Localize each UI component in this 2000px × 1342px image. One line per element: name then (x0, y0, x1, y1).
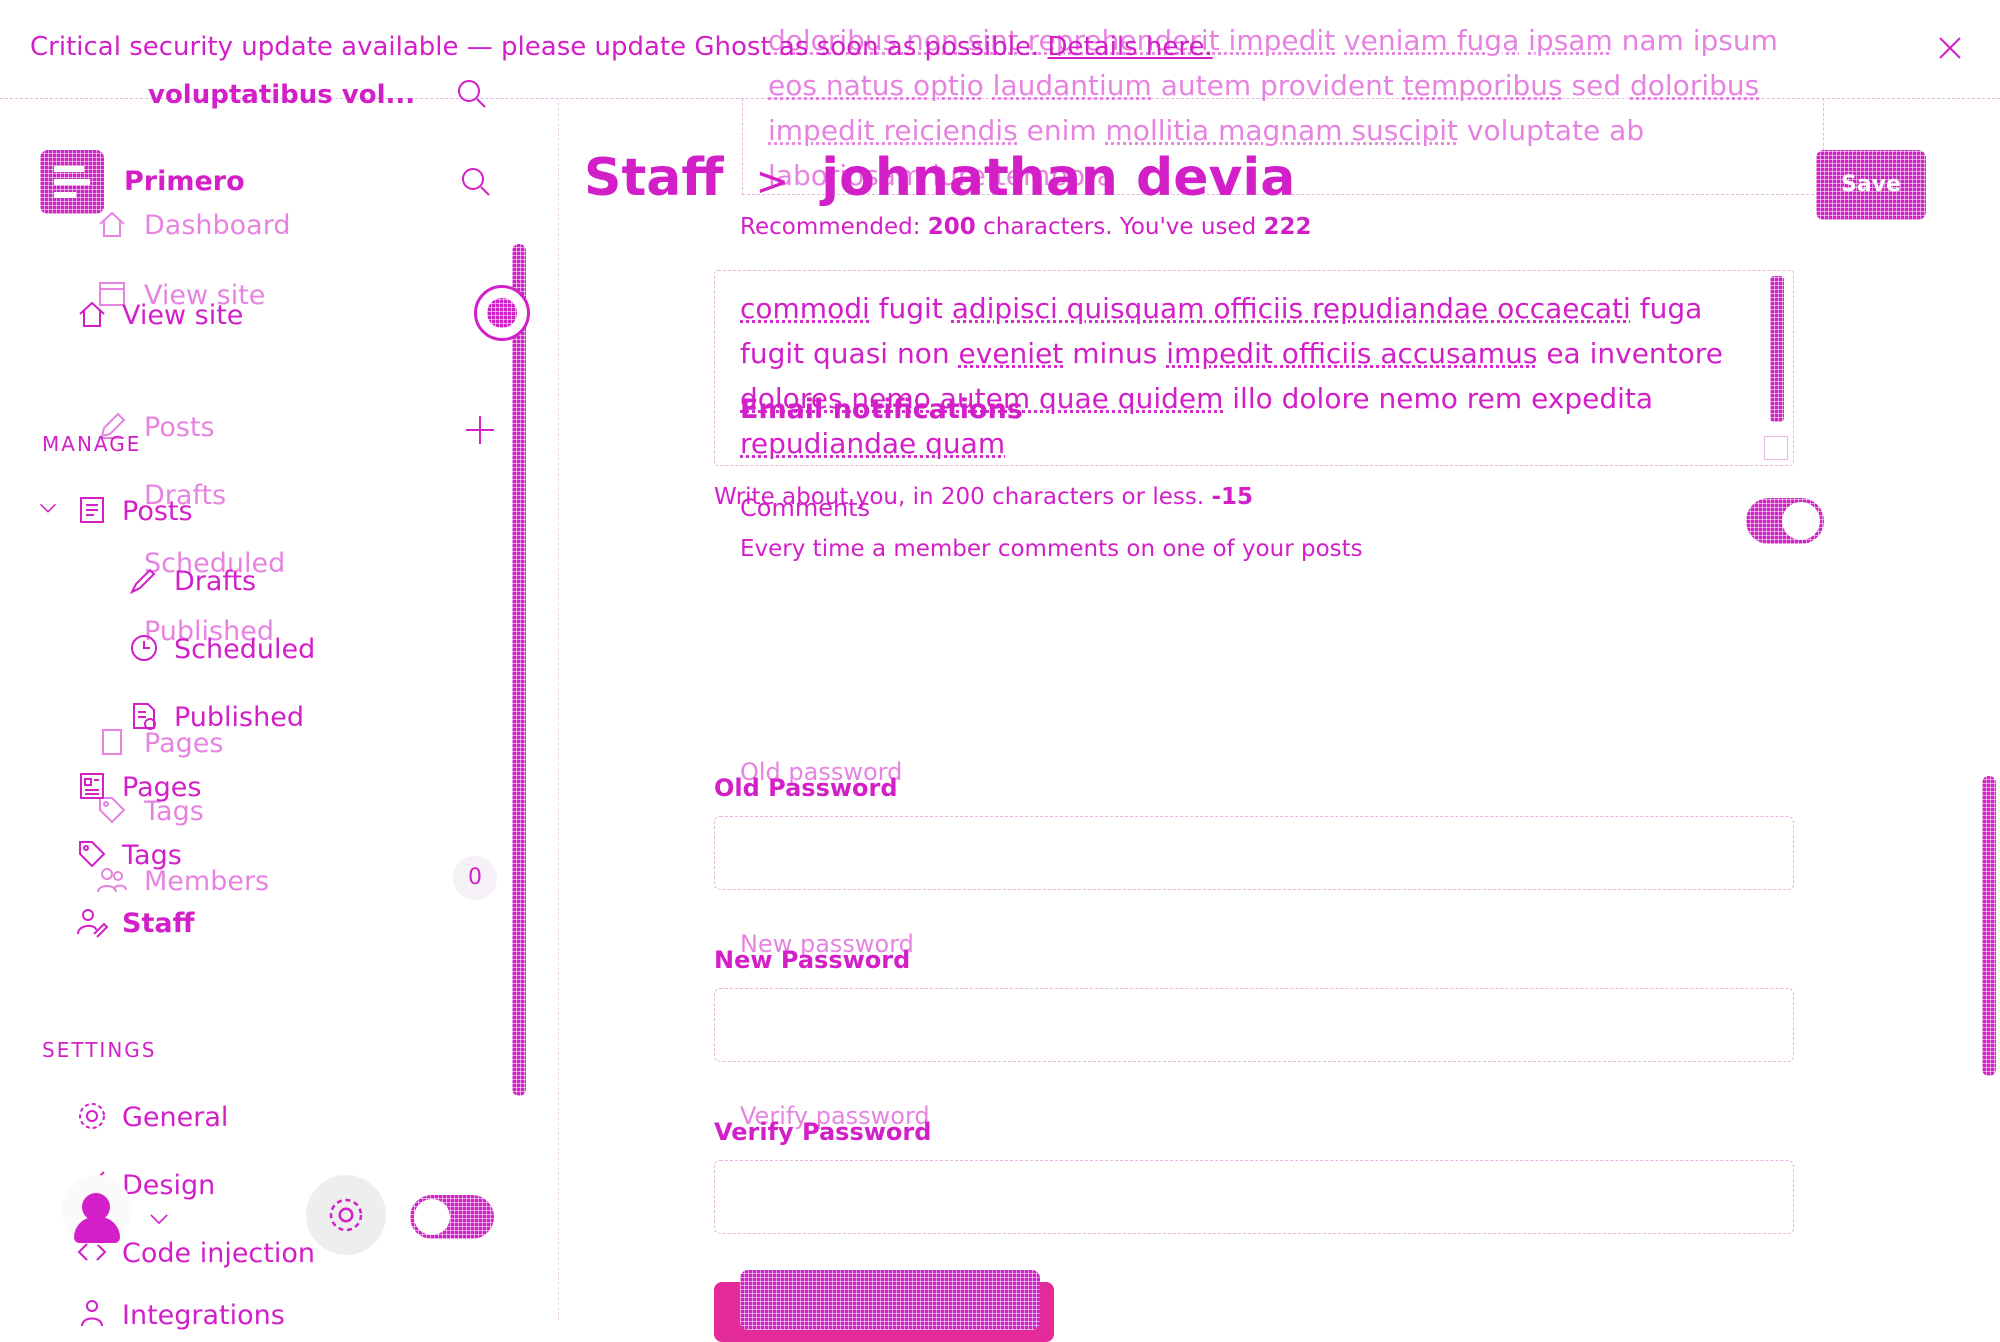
new-password-input[interactable] (714, 988, 1794, 1062)
avatar[interactable] (62, 1175, 132, 1245)
recommended-length-hint: Recommended: 200 characters. You've used… (740, 214, 1312, 240)
nav-code-injection[interactable]: Code injection (122, 1238, 315, 1269)
nav-drafts[interactable]: Drafts (174, 566, 256, 597)
nav-general[interactable]: General (122, 1102, 228, 1133)
bio-text: commodi fugit adipisci quisquam officiis… (740, 286, 1760, 466)
nav-posts[interactable]: Posts (122, 496, 193, 527)
sidebar-scrollbar[interactable] (512, 244, 526, 1096)
integrations-icon (76, 1298, 108, 1330)
search-icon[interactable] (460, 166, 492, 198)
staff-icon (76, 906, 108, 938)
nav-posts-ghost: Posts (144, 412, 215, 443)
comments-description: Every time a member comments on one of y… (740, 536, 1363, 562)
tag-icon (76, 838, 108, 870)
add-post-icon[interactable] (464, 414, 496, 446)
old-password-label: Old Password (714, 774, 898, 802)
site-logo (40, 150, 104, 214)
comments-toggle[interactable] (1746, 498, 1824, 544)
old-password-input[interactable] (714, 816, 1794, 890)
published-icon (128, 700, 160, 732)
page-title: johnathan devia (821, 148, 1295, 208)
nav-view-site[interactable]: View site (122, 300, 243, 331)
home-icon (96, 208, 128, 240)
settings-button[interactable] (306, 1175, 386, 1255)
nav-scheduled[interactable]: Scheduled (174, 634, 315, 665)
manage-heading: MANAGE (42, 432, 141, 456)
clock-icon (128, 632, 160, 664)
chevron-down-icon[interactable] (146, 1206, 172, 1232)
nav-dashboard-ghost: Dashboard (144, 210, 290, 241)
page-icon (96, 726, 128, 758)
settings-heading: SETTINGS (42, 1038, 156, 1062)
main-scrollbar[interactable] (1982, 776, 1996, 1076)
nav-integrations[interactable]: Integrations (122, 1300, 285, 1331)
nav-tags[interactable]: Tags (122, 840, 182, 871)
nav-published[interactable]: Published (174, 702, 304, 733)
pencil-icon (128, 564, 160, 596)
members-count-badge: 0 (453, 856, 497, 900)
gear-icon (326, 1195, 366, 1235)
gear-icon (76, 1100, 108, 1132)
chevron-down-icon[interactable] (36, 496, 60, 520)
pages-icon (76, 770, 108, 802)
resize-handle-icon[interactable] (1764, 436, 1788, 460)
bio-scrollbar[interactable] (1770, 276, 1784, 422)
new-password-label: New Password (714, 946, 910, 974)
verify-password-input[interactable] (714, 1160, 1794, 1234)
breadcrumb-staff[interactable]: Staff (584, 148, 724, 208)
comments-title: Comments (740, 494, 870, 522)
scroll-handle[interactable] (474, 285, 530, 341)
nav-staff[interactable]: Staff (122, 908, 194, 939)
site-name-ghost: voluptatibus vol... (148, 80, 415, 110)
site-title[interactable]: Primero (124, 166, 245, 197)
nav-pages[interactable]: Pages (122, 772, 201, 803)
posts-icon (76, 494, 108, 526)
save-button[interactable]: Save (1816, 150, 1926, 220)
close-icon[interactable] (1934, 32, 1966, 64)
breadcrumb-separator: > (756, 159, 790, 205)
sidebar-divider (558, 98, 560, 1320)
nav-design[interactable]: Design (122, 1170, 215, 1201)
dark-mode-toggle[interactable] (410, 1195, 494, 1239)
scroll-handle-dot (487, 298, 517, 328)
home-icon (76, 298, 108, 330)
verify-password-label: Verify Password (714, 1118, 931, 1146)
email-notifications-heading: Email notifications (740, 394, 1023, 425)
breadcrumb: Staff > johnathan devia (584, 148, 1295, 208)
change-password-button-overlay (740, 1270, 1040, 1330)
search-icon[interactable] (456, 78, 488, 110)
